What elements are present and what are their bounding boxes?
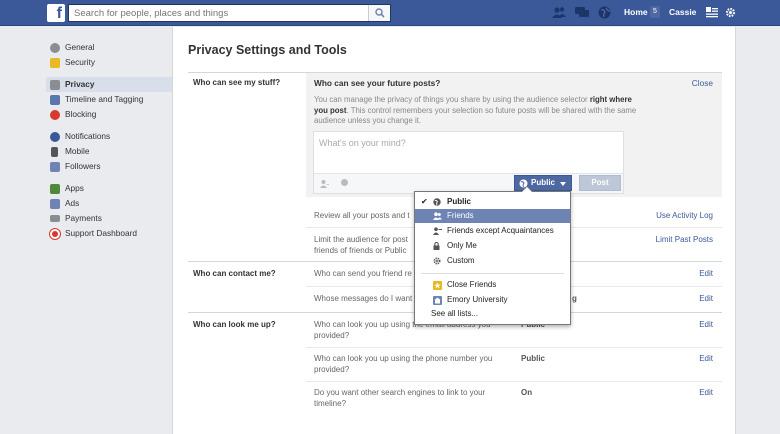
home-count-badge: 5	[650, 6, 660, 18]
sidebar-item-label: Blocking	[65, 109, 97, 119]
profile-link[interactable]: Cassie	[669, 7, 696, 17]
sidebar-item-apps[interactable]: Apps	[46, 181, 172, 196]
menu-item-close-friends[interactable]: Close Friends	[415, 278, 570, 292]
friends-icon	[433, 212, 442, 220]
settings-gear-icon[interactable]	[725, 7, 736, 18]
menu-item-only-me[interactable]: Only Me	[415, 239, 570, 253]
globe-icon	[50, 132, 60, 142]
apps-icon	[50, 184, 60, 194]
sidebar-item-label: Timeline and Tagging	[65, 94, 144, 104]
section-label-lookup: Who can look me up?	[193, 320, 276, 329]
page-title: Privacy Settings and Tools	[188, 43, 347, 57]
composer-placeholder: What's on your mind?	[319, 138, 406, 148]
close-link[interactable]: Close	[692, 78, 713, 88]
facebook-logo[interactable]: f	[47, 4, 65, 22]
credit-card-icon	[50, 215, 60, 222]
search-box	[68, 4, 391, 22]
sidebar-item-label: Followers	[65, 161, 101, 171]
search-engines-text: Do you want other search engines to link…	[314, 388, 486, 408]
phone-lookup-text: Who can look you up using the phone numb…	[314, 354, 493, 374]
edit-link[interactable]: Edit	[699, 354, 713, 363]
edit-link[interactable]: Edit	[699, 388, 713, 397]
search-button[interactable]	[368, 5, 390, 21]
status-composer[interactable]: What's on your mind?	[313, 131, 624, 194]
chevron-down-icon	[560, 182, 566, 186]
lock-icon	[433, 242, 440, 250]
sidebar-item-general[interactable]: General	[46, 40, 172, 55]
gear-icon	[433, 257, 441, 265]
home-link[interactable]: Home	[624, 7, 648, 17]
sidebar-item-label: Ads	[65, 198, 80, 208]
post-button[interactable]: Post	[579, 175, 621, 191]
messages-filter-value: g	[572, 294, 577, 303]
menu-item-friends-except-acquaintances[interactable]: Friends except Acquaintances	[415, 224, 570, 238]
lock-icon	[50, 80, 60, 90]
sidebar-item-payments[interactable]: Payments	[46, 211, 172, 226]
sidebar-item-support-dashboard[interactable]: Support Dashboard	[46, 226, 172, 241]
menu-item-custom[interactable]: Custom	[415, 254, 570, 268]
globe-icon	[433, 198, 441, 206]
edit-link[interactable]: Edit	[699, 294, 713, 303]
checkmark-icon: ✔	[421, 197, 428, 206]
sidebar-item-label: General	[65, 42, 95, 52]
menu-item-see-all-lists[interactable]: See all lists...	[415, 307, 570, 321]
search-input[interactable]	[69, 5, 359, 21]
menu-item-emory-university[interactable]: Emory University	[415, 293, 570, 307]
privacy-shortcuts-icon[interactable]	[706, 7, 718, 18]
sidebar-item-privacy[interactable]: Privacy	[46, 77, 172, 92]
school-list-icon	[433, 296, 442, 305]
sidebar-item-label: Apps	[65, 183, 84, 193]
future-posts-title: Who can see your future posts?	[314, 78, 441, 88]
limit-past-posts-link[interactable]: Limit Past Posts	[656, 235, 713, 244]
friends-except-icon	[433, 227, 442, 235]
shield-icon	[50, 58, 60, 68]
use-activity-log-link[interactable]: Use Activity Log	[656, 211, 713, 220]
sidebar-item-notifications[interactable]: Notifications	[46, 129, 172, 144]
sidebar-item-blocking[interactable]: Blocking	[46, 107, 172, 122]
search-engines-value: On	[521, 388, 533, 397]
sidebar-item-label: Security	[65, 57, 95, 67]
ads-icon	[50, 199, 60, 209]
menu-divider	[421, 273, 564, 274]
timeline-icon	[50, 95, 60, 105]
sidebar-item-timeline[interactable]: Timeline and Tagging	[46, 92, 172, 107]
sidebar-item-security[interactable]: Security	[46, 55, 172, 70]
section-label-stuff: Who can see my stuff?	[193, 78, 281, 87]
section-label-contact: Who can contact me?	[193, 269, 276, 278]
search-icon	[375, 8, 385, 18]
sidebar-item-label: Support Dashboard	[65, 228, 137, 238]
rss-icon	[50, 162, 60, 172]
mobile-phone-icon	[51, 147, 58, 157]
sidebar-item-label: Mobile	[65, 146, 90, 156]
tag-friends-icon[interactable]	[320, 179, 329, 188]
sidebar-item-followers[interactable]: Followers	[46, 159, 172, 174]
gear-icon	[50, 43, 60, 53]
edit-link[interactable]: Edit	[699, 269, 713, 278]
sidebar-item-label: Privacy	[65, 79, 95, 89]
composer-toolbar	[314, 173, 623, 193]
friend-requests-icon[interactable]	[552, 6, 566, 19]
top-bar: f Home 5 Cassie	[0, 0, 780, 26]
messages-icon[interactable]	[575, 6, 589, 19]
edit-link[interactable]: Edit	[699, 320, 713, 329]
audience-dropdown-menu: ✔ Public Friends Friends except Acquaint…	[414, 186, 571, 325]
future-posts-description: You can manage the privacy of things you…	[314, 95, 637, 125]
row-divider	[306, 347, 722, 348]
blocking-icon	[50, 110, 60, 120]
sidebar-item-ads[interactable]: Ads	[46, 196, 172, 211]
menu-item-public[interactable]: ✔ Public	[415, 195, 570, 209]
lifebuoy-icon	[49, 228, 61, 240]
sidebar-item-label: Notifications	[65, 131, 111, 141]
sidebar-item-mobile[interactable]: Mobile	[46, 144, 172, 159]
notifications-globe-icon[interactable]	[598, 6, 611, 19]
sidebar-item-label: Payments	[65, 213, 102, 223]
row-divider	[306, 381, 722, 382]
star-list-icon	[433, 281, 442, 290]
phone-lookup-value: Public	[521, 354, 546, 363]
location-pin-icon[interactable]	[341, 179, 348, 189]
menu-item-friends[interactable]: Friends	[415, 209, 570, 223]
settings-sidebar: General Security Privacy Timeline and Ta…	[46, 40, 172, 241]
